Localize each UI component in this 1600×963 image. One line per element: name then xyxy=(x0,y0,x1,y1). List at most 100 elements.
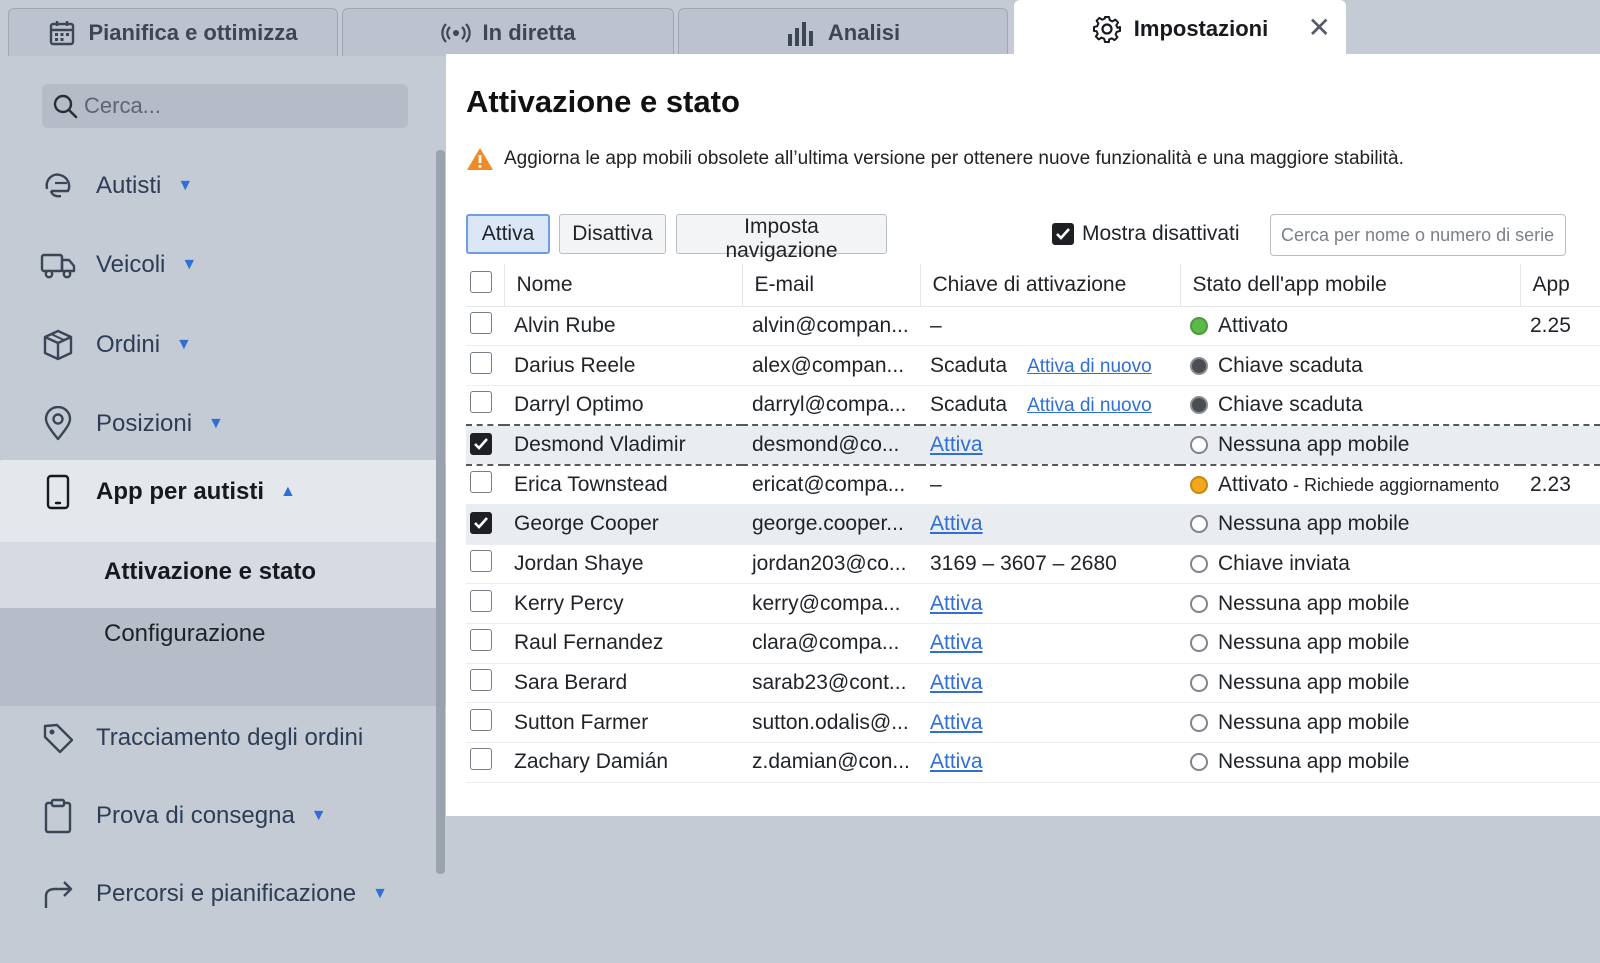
tab-in-diretta[interactable]: In diretta xyxy=(342,8,674,56)
app-version-cell xyxy=(1520,544,1600,585)
location-pin-icon xyxy=(40,406,76,442)
status-cell: Nessuna app mobile xyxy=(1180,424,1520,466)
row-checkbox[interactable] xyxy=(470,669,492,692)
row-checkbox[interactable] xyxy=(470,708,492,731)
row-checkbox[interactable] xyxy=(470,311,492,334)
toolbar: Attiva Disattiva Imposta navigazione Mos… xyxy=(466,214,1600,262)
activate-button[interactable]: Attiva xyxy=(466,214,550,254)
close-tab-icon[interactable]: ✕ xyxy=(1308,11,1331,44)
activate-link[interactable]: Attiva xyxy=(930,512,983,535)
warning-icon xyxy=(466,146,494,172)
row-checkbox[interactable] xyxy=(470,512,492,535)
checkbox-cell xyxy=(466,702,504,744)
activation-key: – xyxy=(930,472,942,496)
deactivate-button[interactable]: Disattiva xyxy=(559,214,666,254)
chevron-down-icon: ▼ xyxy=(181,256,198,273)
show-disabled-checkbox[interactable] xyxy=(1052,223,1074,245)
key-cell: Attiva xyxy=(920,663,1180,704)
table-row[interactable]: Erica Townstead ericat@compa... – Attivato … xyxy=(466,464,1600,505)
table-row[interactable]: Sara Berard sarab23@cont... Attiva Nessuna … xyxy=(466,663,1600,704)
sidebar-item-label: Percorsi e pianificazione xyxy=(96,880,357,907)
sidebar-item-veicoli[interactable]: Veicoli ▼ xyxy=(40,247,197,283)
clipboard-icon xyxy=(40,798,76,834)
status-text: Chiave scaduta xyxy=(1218,392,1363,416)
name-cell: Darius Reele xyxy=(504,345,742,386)
set-navigation-button[interactable]: Imposta navigazione xyxy=(676,214,887,262)
column-header-email[interactable]: E-mail xyxy=(742,264,921,307)
column-header-stato[interactable]: Stato dell'app mobile xyxy=(1180,264,1521,307)
email-cell: desmond@co... xyxy=(742,424,920,466)
status-dot-icon xyxy=(1190,554,1208,573)
sidebar-scrollbar[interactable] xyxy=(436,150,445,874)
email-cell: alvin@compan... xyxy=(742,306,920,347)
chevron-down-icon: ▼ xyxy=(372,885,388,902)
column-header-nome[interactable]: Nome xyxy=(504,264,743,307)
activate-link[interactable]: Attiva xyxy=(930,433,983,456)
tab-impostazioni[interactable]: Impostazioni ✕ xyxy=(1014,0,1346,56)
select-all-checkbox[interactable] xyxy=(470,270,492,293)
reactivate-link[interactable]: Attiva di nuovo xyxy=(1027,395,1152,416)
table-row[interactable]: Kerry Percy kerry@compa... Attiva Nessuna a… xyxy=(466,583,1600,624)
reactivate-link[interactable]: Attiva di nuovo xyxy=(1027,356,1152,377)
column-header-app[interactable]: App xyxy=(1520,264,1600,307)
table-row[interactable]: Darryl Optimo darryl@compa... Scaduta Attiv… xyxy=(466,385,1600,426)
select-all-cell xyxy=(466,264,505,307)
sidebar-item-autisti[interactable]: Autisti ▼ xyxy=(40,168,193,204)
sidebar-item-prova-consegna[interactable]: Prova di consegna ▼ xyxy=(40,798,327,834)
status-dot-icon xyxy=(1190,515,1208,534)
table-row[interactable]: Sutton Farmer sutton.odalis@... Attiva Ness… xyxy=(466,702,1600,744)
name-cell: Jordan Shaye xyxy=(504,544,742,585)
status-text: Nessuna app mobile xyxy=(1218,671,1410,695)
helmet-icon xyxy=(40,168,76,204)
sidebar-subitem-attivazione[interactable]: Attivazione e stato xyxy=(0,542,438,608)
sidebar-item-label: Prova di consegna xyxy=(96,802,295,829)
name-cell: Sutton Farmer xyxy=(504,702,742,744)
app-version-cell xyxy=(1520,424,1600,466)
sidebar-item-ordini[interactable]: Ordini ▼ xyxy=(40,327,192,363)
tab-pianifica[interactable]: Pianifica e ottimizza xyxy=(8,8,338,56)
activate-link[interactable]: Attiva xyxy=(930,750,983,773)
sidebar-search[interactable] xyxy=(42,84,408,128)
tab-label: Pianifica e ottimizza xyxy=(88,19,298,45)
activate-link[interactable]: Attiva xyxy=(930,631,983,654)
phone-icon xyxy=(40,474,76,510)
table-row[interactable]: Desmond Vladimir desmond@co... Attiva Nessu… xyxy=(466,424,1600,466)
table-row[interactable]: George Cooper george.cooper... Attiva Nessu… xyxy=(466,504,1600,545)
column-header-chiave[interactable]: Chiave di attivazione xyxy=(920,264,1181,307)
row-checkbox[interactable] xyxy=(470,390,492,413)
checkbox-cell xyxy=(466,385,504,426)
sidebar-item-percorsi[interactable]: Percorsi e pianificazione ▼ xyxy=(40,876,388,912)
tab-label: In diretta xyxy=(482,19,576,45)
table-row[interactable]: Alvin Rube alvin@compan... – Attivato 2.25 xyxy=(466,306,1600,347)
sidebar-item-posizioni[interactable]: Posizioni ▼ xyxy=(40,406,224,442)
table-row[interactable]: Zachary Damián z.damian@con... Attiva Nessu… xyxy=(466,742,1600,783)
email-cell: darryl@compa... xyxy=(742,385,920,426)
activate-link[interactable]: Attiva xyxy=(930,592,983,615)
row-checkbox[interactable] xyxy=(470,470,492,493)
app-version-cell: 2.25 xyxy=(1520,306,1600,347)
name-cell: Raul Fernandez xyxy=(504,623,742,664)
table-row[interactable]: Jordan Shaye jordan203@co... 3169 – 3607 –… xyxy=(466,544,1600,585)
status-dot-icon xyxy=(1190,634,1208,653)
activate-link[interactable]: Attiva xyxy=(930,671,983,694)
search-input[interactable] xyxy=(84,93,384,119)
tab-analisi[interactable]: Analisi xyxy=(678,8,1008,56)
status-cell: Nessuna app mobile xyxy=(1180,583,1520,624)
table-search-input[interactable] xyxy=(1270,214,1566,256)
sidebar: Autisti ▼ Veicoli ▼ Ordini ▼ Posizioni ▼… xyxy=(0,56,446,963)
table-row[interactable]: Darius Reele alex@compan... Scaduta Attiva … xyxy=(466,345,1600,386)
sidebar-subitem-configurazione[interactable]: Configurazione xyxy=(104,620,265,648)
sidebar-item-app-per-autisti[interactable]: App per autisti ▲ Attivazione e stato xyxy=(0,460,438,608)
row-checkbox[interactable] xyxy=(470,748,492,771)
activate-link[interactable]: Attiva xyxy=(930,711,983,734)
box-icon xyxy=(40,327,76,363)
row-checkbox[interactable] xyxy=(470,351,492,374)
row-checkbox[interactable] xyxy=(470,629,492,652)
row-checkbox[interactable] xyxy=(470,549,492,572)
row-checkbox[interactable] xyxy=(470,589,492,612)
sidebar-item-tracciamento[interactable]: Tracciamento degli ordini xyxy=(40,720,363,756)
row-checkbox[interactable] xyxy=(470,432,492,455)
checkbox-cell xyxy=(466,663,504,704)
table-row[interactable]: Raul Fernandez clara@compa... Attiva Nessun… xyxy=(466,623,1600,664)
show-disabled-toggle[interactable]: Mostra disattivati xyxy=(1052,222,1240,246)
